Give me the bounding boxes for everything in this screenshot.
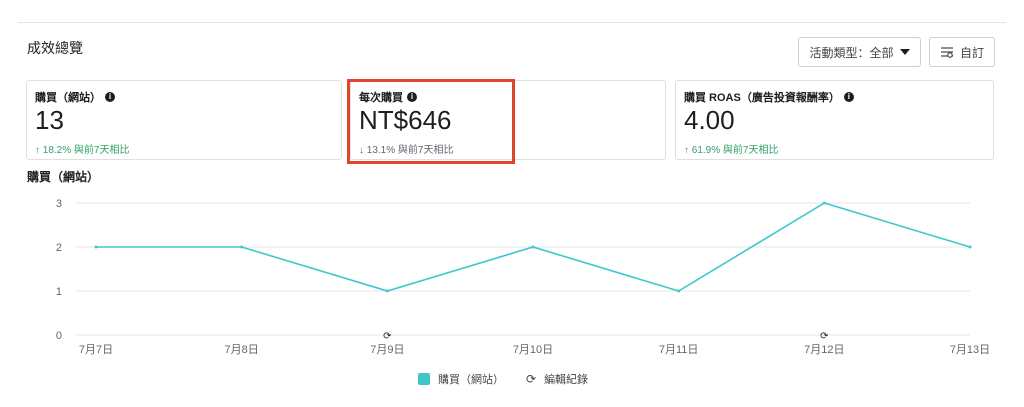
metric-label: 購買（網站） [35, 92, 101, 104]
x-tick-label: 7月11日 [659, 344, 699, 356]
settings-sliders-icon [941, 47, 953, 58]
metric-delta-text: 18.2% 與前7天相比 [42, 145, 130, 156]
activity-type-label: 活動類型：全部 [809, 45, 894, 60]
metric-label-row: 購買 ROAS（廣告投資報酬率） i [684, 89, 854, 105]
metric-delta-text: 61.9% 與前7天相比 [691, 145, 779, 156]
metric-label-row: 購買（網站） i [35, 89, 115, 105]
chart-title: 購買（網站） [27, 170, 100, 184]
top-divider [18, 22, 1006, 23]
legend-series-label: 購買（網站） [438, 374, 504, 386]
x-tick-label: 7月9日 [370, 344, 404, 356]
customize-label: 自訂 [960, 45, 985, 60]
metric-delta: ↑ 61.9% 與前7天相比 [684, 141, 778, 156]
data-point [531, 245, 535, 249]
chart-legend: 購買（網站） ⟳ 編輯紀錄 [418, 371, 588, 387]
metric-delta: ↑ 18.2% 與前7天相比 [35, 141, 129, 156]
data-point [240, 245, 244, 249]
metric-card-purchases[interactable]: 購買（網站） i 13 ↑ 18.2% 與前7天相比 [26, 80, 342, 160]
arrow-up-icon: ↑ [35, 145, 40, 156]
edit-marker-icon: ⟳ [820, 331, 829, 342]
panel-title: 成效總覽 [27, 40, 83, 56]
line-chart: 0 1 2 3 7月7日 7月8日 7月9日 ⟳ 7月10日 7月11日 7月12日 ⟳ 7月13日 [56, 198, 990, 356]
info-icon[interactable]: i [105, 92, 115, 102]
x-tick-label: 7月13日 [950, 344, 990, 356]
data-point [968, 245, 972, 249]
activity-type-dropdown[interactable]: 活動類型：全部 [798, 37, 921, 67]
edit-history-icon: ⟳ [526, 372, 537, 386]
data-point [677, 289, 681, 293]
x-tick-label: 7月12日 [804, 344, 844, 356]
x-tick-label: 7月8日 [225, 344, 259, 356]
x-tick-label: 7月7日 [79, 344, 113, 356]
edit-marker-icon: ⟳ [383, 331, 392, 342]
legend-swatch [418, 373, 430, 385]
info-icon[interactable]: i [843, 92, 854, 102]
metric-card-roas[interactable]: 購買 ROAS（廣告投資報酬率） i 4.00 ↑ 61.9% 與前7天相比 [675, 80, 994, 160]
y-tick-label: 2 [56, 242, 62, 254]
arrow-up-icon: ↑ [684, 145, 689, 156]
caret-down-icon [899, 49, 910, 55]
metric-value: 13 [35, 105, 64, 135]
data-point [94, 245, 98, 249]
y-tick-label: 1 [56, 286, 62, 298]
y-tick-label: 0 [56, 330, 62, 342]
highlight-box [347, 79, 515, 164]
metric-label: 購買 ROAS（廣告投資報酬率） [684, 92, 840, 104]
customize-button[interactable]: 自訂 [929, 37, 995, 67]
legend-edit-label[interactable]: 編輯紀錄 [544, 371, 588, 387]
metric-value: 4.00 [684, 105, 735, 135]
data-point [385, 289, 389, 293]
y-tick-label: 3 [56, 198, 62, 210]
data-point [822, 201, 826, 205]
x-tick-label: 7月10日 [513, 344, 553, 356]
